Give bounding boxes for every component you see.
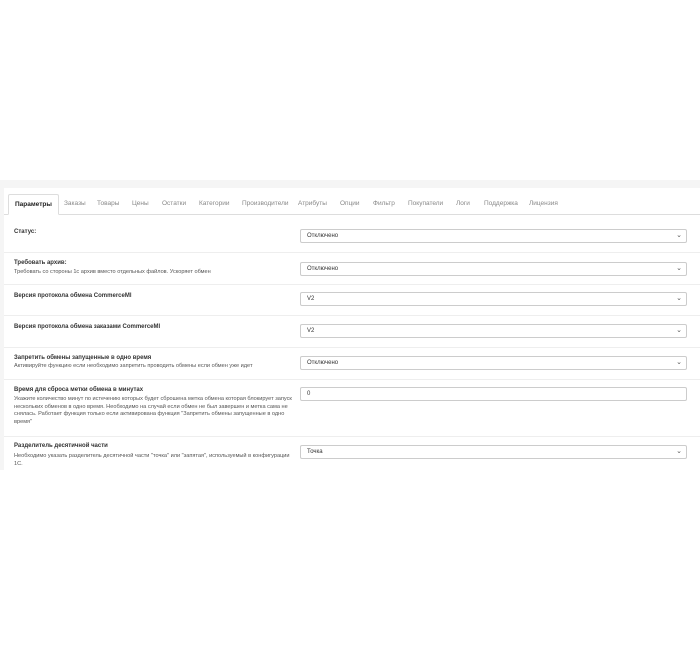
setting-row-reset-time: Время для сброса метки обмена в минутах …: [4, 379, 700, 437]
archive-help: Требовать со стороны 1с архив вместо отд…: [14, 269, 211, 275]
setting-row-status: Статус: Отключено ⌄: [4, 218, 700, 253]
tab-license[interactable]: Лицензия: [523, 194, 564, 213]
settings-panel: Параметры Заказы Товары Цены Остатки Кат…: [0, 180, 700, 470]
orders-protocol-select-value: V2: [307, 328, 315, 334]
setting-row-decimal: Разделитель десятичной части Необходимо …: [4, 436, 700, 476]
tab-prices[interactable]: Цены: [126, 194, 155, 213]
tab-filter[interactable]: Фильтр: [367, 194, 401, 213]
orders-protocol-select[interactable]: V2 ⌄: [300, 324, 687, 338]
tab-manufacturers[interactable]: Производители: [236, 194, 295, 213]
tab-logs[interactable]: Логи: [450, 194, 476, 213]
tab-bar: Параметры Заказы Товары Цены Остатки Кат…: [4, 192, 700, 215]
archive-label: Требовать архив:: [14, 260, 67, 266]
setting-row-orders-protocol: Версия протокола обмена заказами Commerc…: [4, 315, 700, 348]
setting-row-protocol: Версия протокола обмена CommerceMl V2 ⌄: [4, 284, 700, 316]
protocol-label: Версия протокола обмена CommerceMl: [14, 293, 132, 299]
tab-categories[interactable]: Категории: [193, 194, 236, 213]
chevron-down-icon: ⌄: [676, 232, 682, 239]
chevron-down-icon: ⌄: [676, 265, 682, 272]
decimal-help: Необходимо указать разделитель десятично…: [14, 453, 290, 467]
archive-select-value: Отключено: [307, 266, 339, 272]
chevron-down-icon: ⌄: [676, 295, 682, 302]
status-select-value: Отключено: [307, 233, 339, 239]
setting-row-archive: Требовать архив: Требовать со стороны 1с…: [4, 252, 700, 285]
block-concurrent-select[interactable]: Отключено ⌄: [300, 356, 687, 370]
decimal-label: Разделитель десятичной части: [14, 443, 108, 449]
orders-protocol-label: Версия протокола обмена заказами Commerc…: [14, 324, 161, 330]
reset-time-help: Укажите количество минут по истечению ко…: [14, 396, 292, 425]
tab-attributes[interactable]: Атрибуты: [292, 194, 333, 213]
protocol-select[interactable]: V2 ⌄: [300, 292, 687, 306]
decimal-select[interactable]: Точка ⌄: [300, 445, 687, 459]
setting-row-block-concurrent: Запретить обмены запущенные в одно время…: [4, 347, 700, 380]
archive-select[interactable]: Отключено ⌄: [300, 262, 687, 276]
block-concurrent-select-value: Отключено: [307, 360, 339, 366]
block-concurrent-help: Активируйте функцию если необходимо запр…: [14, 363, 253, 369]
chevron-down-icon: ⌄: [676, 359, 682, 366]
status-select[interactable]: Отключено ⌄: [300, 229, 687, 243]
chevron-down-icon: ⌄: [676, 448, 682, 455]
block-concurrent-label: Запретить обмены запущенные в одно время: [14, 355, 152, 361]
tab-customers[interactable]: Покупатели: [402, 194, 449, 213]
tab-parameters[interactable]: Параметры: [8, 194, 59, 215]
tab-products[interactable]: Товары: [91, 194, 125, 213]
settings-content: Параметры Заказы Товары Цены Остатки Кат…: [4, 188, 700, 470]
tab-stock[interactable]: Остатки: [156, 194, 192, 213]
protocol-select-value: V2: [307, 296, 315, 302]
reset-time-input[interactable]: 0: [300, 387, 687, 401]
tab-orders[interactable]: Заказы: [58, 194, 92, 213]
tab-support[interactable]: Поддержка: [478, 194, 524, 213]
reset-time-label: Время для сброса метки обмена в минутах: [14, 387, 144, 393]
chevron-down-icon: ⌄: [676, 327, 682, 334]
tab-options[interactable]: Опции: [334, 194, 366, 213]
status-label: Статус:: [14, 229, 37, 235]
decimal-select-value: Точка: [307, 449, 323, 455]
